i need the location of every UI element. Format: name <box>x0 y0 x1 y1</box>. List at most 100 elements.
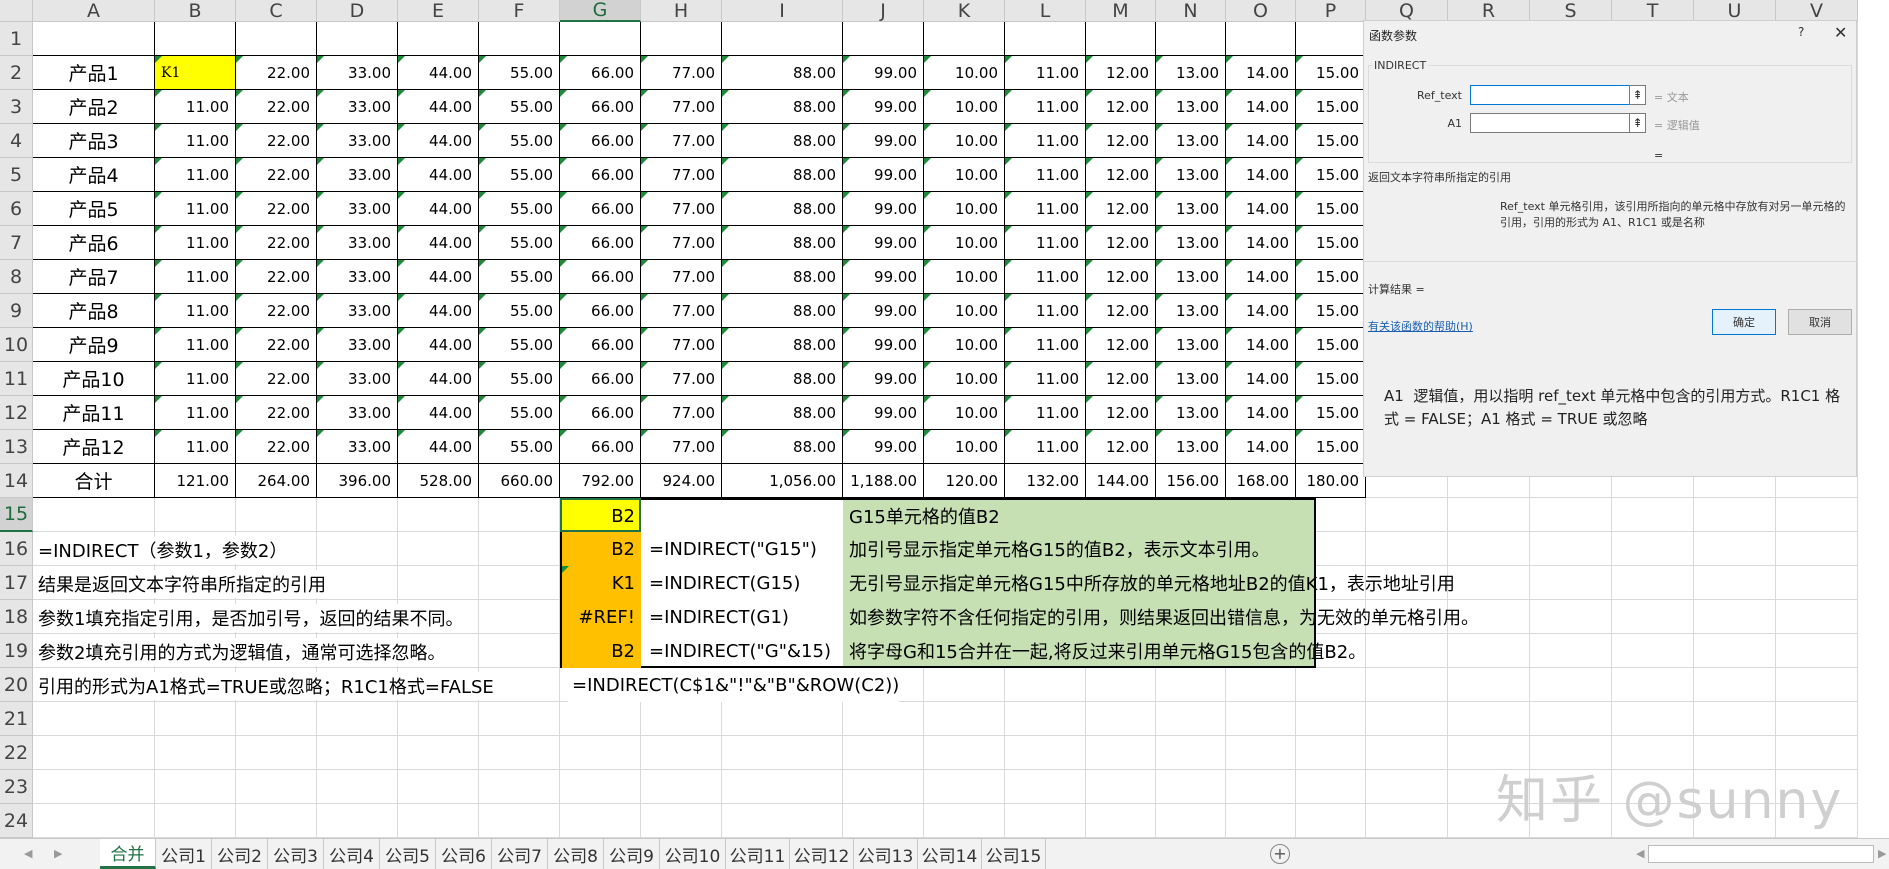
grid-cell[interactable] <box>236 736 317 770</box>
grid-cell[interactable] <box>33 770 155 804</box>
column-header-u[interactable]: U <box>1694 0 1776 22</box>
grid-cell[interactable] <box>1086 702 1156 736</box>
grid-cell[interactable] <box>1530 566 1612 600</box>
example-result[interactable]: #REF! <box>562 600 641 634</box>
value-cell[interactable]: 99.00 <box>843 192 924 226</box>
sheet-tab[interactable]: 公司7 <box>492 839 548 869</box>
g15-explanation[interactable]: G15单元格的值B2 <box>845 500 1000 532</box>
grid-cell[interactable] <box>1296 702 1366 736</box>
product-name-cell[interactable]: 产品7 <box>33 260 155 294</box>
grid-cell[interactable] <box>479 566 560 600</box>
value-cell[interactable]: 55.00 <box>479 158 560 192</box>
value-cell[interactable]: 33.00 <box>317 260 398 294</box>
column-header-l[interactable]: L <box>1005 0 1086 22</box>
total-cell[interactable]: 132.00 <box>1005 464 1086 498</box>
value-cell[interactable]: 22.00 <box>236 90 317 124</box>
row-header-22[interactable]: 22 <box>0 736 33 770</box>
grid-cell[interactable] <box>1694 668 1776 702</box>
row-header-12[interactable]: 12 <box>0 396 33 430</box>
collapse-dialog-icon[interactable]: ⇞ <box>1629 85 1646 105</box>
value-cell[interactable]: 88.00 <box>722 90 843 124</box>
value-cell[interactable]: 33.00 <box>317 90 398 124</box>
grid-cell[interactable] <box>1005 702 1086 736</box>
value-cell[interactable]: 14.00 <box>1226 192 1296 226</box>
value-cell[interactable]: 55.00 <box>479 56 560 90</box>
grid-cell[interactable] <box>1776 566 1858 600</box>
value-cell[interactable]: 66.00 <box>560 192 641 226</box>
value-cell[interactable]: 12.00 <box>1086 260 1156 294</box>
sheet-tab[interactable]: 公司3 <box>268 839 324 869</box>
value-cell[interactable]: 12.00 <box>1086 56 1156 90</box>
grid-cell[interactable] <box>1530 668 1612 702</box>
value-cell[interactable]: 66.00 <box>560 294 641 328</box>
grid-cell[interactable] <box>1612 702 1694 736</box>
grid-cell[interactable] <box>1156 804 1226 838</box>
grid-cell[interactable] <box>560 702 641 736</box>
grid-cell[interactable] <box>1530 498 1612 532</box>
grid-cell[interactable] <box>479 498 560 532</box>
note-text[interactable]: 参数1填充指定引用，是否加引号，返回的结果不同。 <box>34 604 470 632</box>
value-cell[interactable]: 12.00 <box>1086 124 1156 158</box>
value-cell[interactable]: 12.00 <box>1086 294 1156 328</box>
grid-cell[interactable] <box>1226 736 1296 770</box>
value-cell[interactable]: 55.00 <box>479 396 560 430</box>
grid-cell[interactable] <box>479 804 560 838</box>
value-cell[interactable]: 15.00 <box>1296 124 1366 158</box>
grid-cell[interactable] <box>398 804 479 838</box>
value-cell[interactable]: 55.00 <box>479 90 560 124</box>
grid-cell[interactable] <box>317 532 398 566</box>
value-cell[interactable]: 13.00 <box>1156 328 1226 362</box>
sheet-tab[interactable]: 公司10 <box>660 839 726 869</box>
value-cell[interactable]: 13.00 <box>1156 158 1226 192</box>
b2-cell[interactable]: K1 <box>155 56 236 90</box>
value-cell[interactable]: 77.00 <box>641 294 722 328</box>
total-label-cell[interactable]: 合计 <box>33 464 155 498</box>
value-cell[interactable]: 22.00 <box>236 124 317 158</box>
sheet-tab[interactable]: 公司2 <box>212 839 268 869</box>
value-cell[interactable]: 77.00 <box>641 56 722 90</box>
value-cell[interactable]: 44.00 <box>398 396 479 430</box>
value-cell[interactable]: 66.00 <box>560 158 641 192</box>
value-cell[interactable]: 77.00 <box>641 430 722 464</box>
row-header-6[interactable]: 6 <box>0 192 33 226</box>
grid-cell[interactable] <box>155 702 236 736</box>
value-cell[interactable]: 14.00 <box>1226 362 1296 396</box>
hscroll-left-icon[interactable]: ◀ <box>1636 847 1644 860</box>
grid-cell[interactable] <box>1226 702 1296 736</box>
grid-cell[interactable] <box>1694 702 1776 736</box>
value-cell[interactable]: 14.00 <box>1226 396 1296 430</box>
value-cell[interactable]: 14.00 <box>1226 90 1296 124</box>
value-cell[interactable]: 22.00 <box>236 362 317 396</box>
grid-cell[interactable] <box>1612 498 1694 532</box>
sheet-tab[interactable]: 公司5 <box>380 839 436 869</box>
value-cell[interactable]: 14.00 <box>1226 226 1296 260</box>
value-cell[interactable]: 11.00 <box>1005 328 1086 362</box>
total-cell[interactable]: 144.00 <box>1086 464 1156 498</box>
value-cell[interactable]: 14.00 <box>1226 260 1296 294</box>
value-cell[interactable]: 11.00 <box>1005 430 1086 464</box>
value-cell[interactable]: 99.00 <box>843 430 924 464</box>
collapse-dialog-icon[interactable]: ⇞ <box>1629 113 1646 133</box>
table-header-cell[interactable]: 产品名称 <box>33 22 155 56</box>
grid-cell[interactable] <box>236 702 317 736</box>
select-all-corner[interactable] <box>0 0 33 22</box>
grid-cell[interactable] <box>236 498 317 532</box>
value-cell[interactable]: 10.00 <box>924 90 1005 124</box>
value-cell[interactable]: 22.00 <box>236 396 317 430</box>
value-cell[interactable]: 88.00 <box>722 124 843 158</box>
value-cell[interactable]: 99.00 <box>843 158 924 192</box>
grid-cell[interactable] <box>1086 804 1156 838</box>
total-cell[interactable]: 660.00 <box>479 464 560 498</box>
column-header-r[interactable]: R <box>1448 0 1530 22</box>
row-header-2[interactable]: 2 <box>0 56 33 90</box>
column-header-i[interactable]: I <box>722 0 843 22</box>
value-cell[interactable]: 11.00 <box>1005 56 1086 90</box>
value-cell[interactable]: 44.00 <box>398 158 479 192</box>
grid-cell[interactable] <box>1612 668 1694 702</box>
sheet-tab[interactable]: 公司9 <box>604 839 660 869</box>
value-cell[interactable]: 12.00 <box>1086 158 1156 192</box>
row-header-15[interactable]: 15 <box>0 498 33 532</box>
table-header-cell[interactable]: 公司15 <box>1296 22 1366 56</box>
grid-cell[interactable] <box>843 736 924 770</box>
column-header-d[interactable]: D <box>317 0 398 22</box>
